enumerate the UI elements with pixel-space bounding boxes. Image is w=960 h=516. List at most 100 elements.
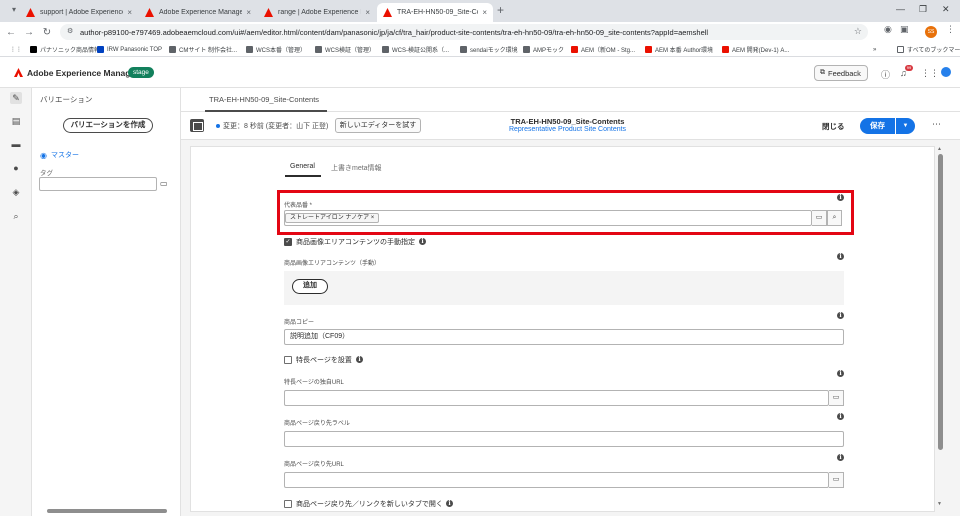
bookmark-favicon-icon [315,46,322,53]
browser-tab-active[interactable]: TRA-EH-HN50-09_Site-Contents × [377,3,493,22]
tab-general[interactable]: General [290,163,315,170]
image-area-multifield [284,271,844,305]
apps-grid-icon[interactable]: ⋮⋮ [10,44,22,55]
feedback-button[interactable]: ⧉ Feedback [814,65,868,81]
info-icon[interactable]: i [837,413,844,420]
bookmark[interactable]: AEM 開発(Dev-1) A... [722,44,789,55]
back-link-label-field[interactable] [284,431,844,447]
camera-icon[interactable]: ◉ [884,24,892,35]
vertical-scrollbar[interactable] [938,154,943,450]
create-variation-button[interactable]: バリエーションを作成 [63,118,153,133]
help-icon[interactable]: ⓘ [881,68,890,81]
fragment-model-link[interactable]: Representative Product Site Contents [431,126,704,133]
maximize-icon[interactable]: ❐ [919,4,927,15]
bookmark[interactable]: WCS本番（管理） [246,44,306,55]
close-tab-icon[interactable]: × [246,8,251,17]
browser-tab[interactable]: support | Adobe Experience Ma × [20,3,138,22]
horizontal-scrollbar[interactable] [47,509,167,513]
special-page-checkbox[interactable] [284,356,292,364]
browser-tab[interactable]: Adobe Experience Manager × [139,3,257,22]
bookmark[interactable]: AEM（新OM - Stg... [571,44,635,55]
add-button[interactable]: 追加 [292,279,328,294]
bookmark[interactable]: パナソニック商品情報 [30,44,100,55]
adobe-favicon-icon [264,8,273,17]
save-button[interactable]: 保存 [860,118,895,134]
window-close-icon[interactable]: ✕ [942,4,950,15]
annotations-icon[interactable]: ▤ [10,115,22,127]
more-actions-icon[interactable]: ⋯ [932,119,941,130]
new-tab-icon[interactable]: + [497,3,504,17]
special-page-checkbox-label: 特長ページを設置 [296,357,352,364]
more-bookmarks-icon[interactable]: » [873,44,876,55]
scroll-down-icon[interactable]: ▼ [937,501,942,507]
browser-tab[interactable]: range | Adobe Experience Man × [258,3,376,22]
master-variation[interactable]: ◉ マスター [40,150,79,160]
save-options-chevron-icon[interactable]: ▼ [896,118,915,134]
try-new-editor-button[interactable]: 新しいエディターを試す [335,118,421,133]
forward-icon[interactable]: → [22,27,36,38]
last-modified-status: 変更：8 秒前 (変更者：山下 正登) [223,123,329,130]
site-info-icon[interactable]: ⚙ [67,27,73,35]
tab-search-icon[interactable]: ▾ [12,5,16,14]
tag-input[interactable] [39,177,157,191]
back-link-url-label: 商品ページ戻り先URL [284,462,344,468]
info-icon[interactable]: i [837,370,844,377]
manual-image-checkbox[interactable]: ✓ [284,238,292,246]
close-tab-icon[interactable]: × [365,8,370,17]
apps-grid-icon[interactable]: ⋮⋮ [921,68,939,79]
breadcrumb[interactable]: TRA-EH-HN50-09_Site-Contents [209,95,319,104]
editor-toolbar: 変更：8 秒前 (変更者：山下 正登) 新しいエディターを試す TRA-EH-H… [181,112,960,140]
bookmark-star-icon[interactable]: ☆ [854,26,862,37]
adobe-favicon-icon [145,8,154,17]
browse-folder-button[interactable]: ▭ [829,390,844,406]
folder-icon[interactable]: ▭ [160,179,168,188]
panel-title: バリエーション [40,95,93,104]
address-bar[interactable]: ⚙ author-p89100-e797469.adobeaemcloud.co… [60,24,868,40]
left-rail: ✎ ▤ ▬ ● ◈ ⌕ [0,88,32,516]
folder-icon [897,46,904,53]
close-tab-icon[interactable]: × [127,8,132,17]
bookmark[interactable]: AMPモック [523,44,564,55]
profile-avatar[interactable]: SS [925,26,937,38]
toggle-side-panel-button[interactable] [190,119,204,132]
adobe-favicon-icon [383,8,392,17]
url-text: author-p89100-e797469.adobeaemcloud.com/… [80,27,709,37]
references-icon[interactable]: ⌕ [10,210,22,222]
special-page-url-label: 特長ページの独自URL [284,380,344,386]
browse-folder-button[interactable]: ▭ [829,472,844,488]
scroll-up-icon[interactable]: ▲ [937,146,942,152]
info-icon[interactable]: i [419,238,426,245]
extensions-icon[interactable]: ▣ [900,24,909,35]
back-link-url-field[interactable] [284,472,829,488]
new-tab-checkbox[interactable] [284,500,292,508]
bookmark[interactable]: IRW Panasonic TOP [97,44,162,55]
bookmark[interactable]: AEM 本番 Author環境 [645,44,713,55]
structure-tree-icon[interactable]: ◈ [10,186,22,198]
tab-override-meta[interactable]: 上書きmeta情報 [331,163,382,173]
edit-pencil-icon[interactable]: ✎ [10,92,22,104]
bookmark[interactable]: WCS検証（管理） [315,44,375,55]
bookmark[interactable]: sendaiモック環境 [460,44,518,55]
back-icon[interactable]: ← [4,27,18,38]
associated-content-icon[interactable]: ▬ [10,138,22,150]
info-icon[interactable]: i [356,356,363,363]
minimize-icon[interactable]: — [896,4,905,14]
info-icon[interactable]: i [837,253,844,260]
special-page-url-field[interactable] [284,390,829,406]
info-icon[interactable]: i [837,312,844,319]
bookmark-favicon-icon [30,46,37,53]
user-avatar[interactable] [941,67,951,77]
all-bookmarks[interactable]: すべてのブックマーク [897,44,960,55]
bookmark-favicon-icon [246,46,253,53]
info-icon[interactable]: i [837,454,844,461]
reload-icon[interactable]: ↻ [40,27,54,38]
bookmark-favicon-icon [523,46,530,53]
metadata-info-icon[interactable]: ● [10,162,22,174]
bookmark[interactable]: CMサイト 制作会社... [169,44,237,55]
close-button[interactable]: 閉じる [822,121,845,132]
copy-field[interactable]: 説明追加（CF09） [284,329,844,345]
close-tab-icon[interactable]: × [482,8,487,17]
info-icon[interactable]: i [446,500,453,507]
chrome-menu-icon[interactable]: ⋮ [946,24,955,35]
bookmark[interactable]: WCS-検証公開系（... [382,44,449,55]
